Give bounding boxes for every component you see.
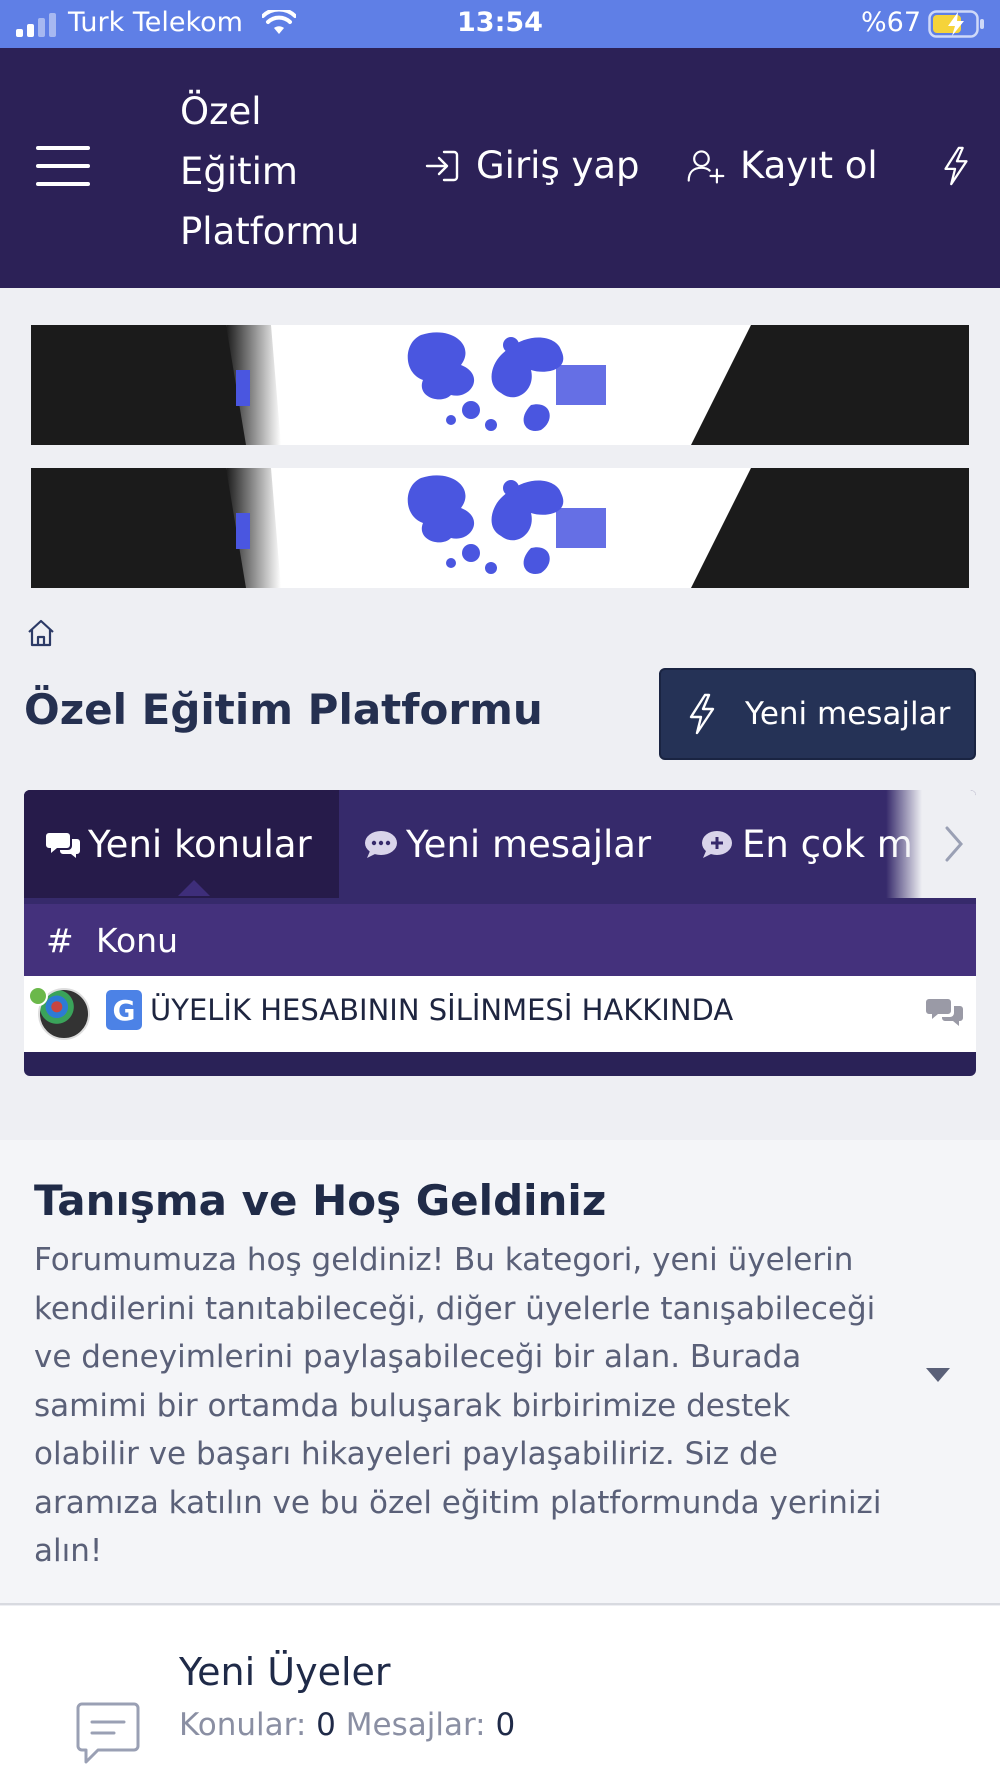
banner-image [31, 325, 969, 445]
site-header: Özel Eğitim Platformu Giriş yap Kayıt ol [0, 48, 1000, 288]
new-posts-label: Yeni mesajlar [745, 696, 951, 732]
promo-banner[interactable] [31, 325, 969, 445]
category-title[interactable]: Tanışma ve Hoş Geldiniz [34, 1176, 606, 1225]
login-label: Giriş yap [476, 144, 640, 187]
category-description: Forumumuza hoş geldiniz! Bu kategori, ye… [34, 1242, 882, 1569]
tab-most-messages[interactable]: En çok m [700, 790, 913, 898]
thread-title[interactable]: ÜYELİK HESABININ SİLİNMESİ HAKKINDA [150, 993, 733, 1027]
new-posts-button[interactable]: Yeni mesajlar [659, 668, 976, 760]
tab-label: Yeni konular [88, 822, 312, 866]
comment-dots-icon [365, 831, 397, 858]
table-row[interactable]: G ÜYELİK HESABININ SİLİNMESİ HAKKINDA [24, 976, 976, 1052]
threads-label: Konular: [179, 1707, 307, 1743]
clock: 13:54 [457, 7, 543, 38]
comments-icon [46, 833, 80, 858]
sign-in-icon [425, 150, 459, 181]
column-header: # Konu [24, 904, 976, 976]
register-label: Kayıt ol [740, 144, 878, 187]
online-indicator [28, 986, 48, 1006]
forum-stats: Konular: 0 Mesajlar: 0 [179, 1707, 515, 1743]
hash-icon: # [46, 920, 74, 960]
threads-count: 0 [316, 1707, 336, 1743]
page-title: Özel Eğitim Platformu [24, 685, 543, 734]
tab-label: Yeni mesajlar [406, 822, 652, 866]
comments-icon [926, 999, 963, 1026]
thread-prefix-badge: G [106, 990, 142, 1030]
category-description-block: Tanışma ve Hoş Geldiniz Forumumuza hoş g… [0, 1140, 1000, 1605]
comment-plus-icon [702, 831, 732, 858]
login-link[interactable]: Giriş yap [422, 144, 640, 187]
bolt-icon [689, 693, 715, 735]
menu-button[interactable] [36, 146, 90, 190]
hamburger-line [36, 146, 90, 150]
battery-charging-icon [928, 10, 984, 38]
register-link[interactable]: Kayıt ol [686, 144, 878, 187]
whats-new-link[interactable] [936, 146, 976, 186]
chevron-right-icon[interactable] [939, 822, 969, 866]
home-icon[interactable] [26, 618, 56, 648]
messages-count: 0 [495, 1707, 516, 1743]
messages-label: Mesajlar: [345, 1707, 486, 1743]
promo-banner[interactable] [31, 468, 969, 588]
latest-threads-widget: Yeni konular Yeni mesajlar En çok m # Ko… [24, 790, 976, 1076]
forum-title[interactable]: Yeni Üyeler [179, 1650, 391, 1694]
tab-new-posts[interactable]: Yeni mesajlar [364, 790, 651, 898]
bolt-icon [944, 146, 968, 186]
forum-node[interactable]: Yeni Üyeler Konular: 0 Mesajlar: 0 [0, 1606, 1000, 1778]
column-label: Konu [96, 920, 179, 960]
user-plus-icon [687, 149, 725, 183]
hamburger-line [36, 164, 90, 168]
banner-image [31, 468, 969, 588]
battery-percentage: %67 [861, 7, 922, 38]
hamburger-line [36, 182, 90, 186]
active-tab-indicator [178, 880, 210, 896]
status-bar: Turk Telekom 13:54 %67 [0, 0, 1000, 48]
comment-icon [76, 1702, 140, 1764]
caret-down-icon[interactable] [924, 1366, 952, 1384]
site-logo-title[interactable]: Özel Eğitim Platformu [180, 82, 380, 262]
